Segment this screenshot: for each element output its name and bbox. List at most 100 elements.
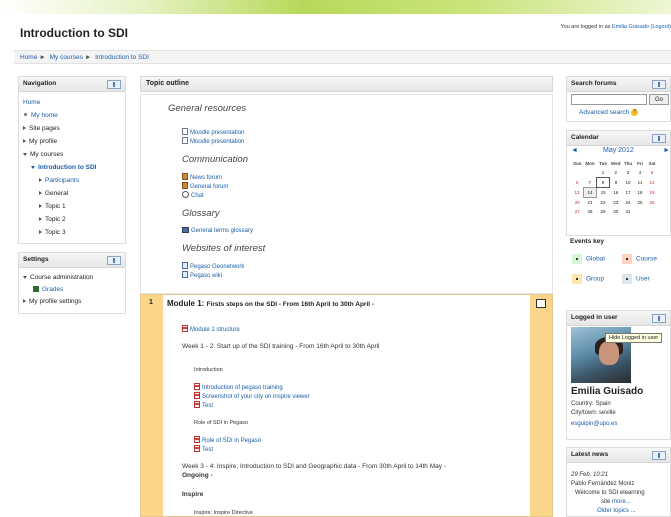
week-1-2-label: Week 1 - 2: Start up of the SDI training… (182, 343, 380, 350)
login-user-link[interactable]: Emilia Guisado (Logout) (612, 24, 671, 30)
nav-my-home[interactable]: My home (31, 112, 58, 119)
dock-icon[interactable] (652, 80, 666, 89)
nav-topic-2[interactable]: Topic 2 (23, 213, 125, 226)
calendar-grid: Sun Mon Tue Wed Thu Fri Sat 1 2 3 4 5 6 7 8 9 10 11 12 13 1… (571, 159, 659, 216)
nav-topic-3[interactable]: Topic 3 (23, 226, 125, 239)
events-key-global[interactable]: Global (572, 254, 605, 264)
calendar-day[interactable]: 24 (622, 198, 634, 208)
news-more: site more... (601, 499, 631, 505)
calendar-day[interactable]: 18 (634, 188, 646, 198)
resource-test-2[interactable]: Test (194, 445, 213, 455)
dock-icon[interactable] (652, 134, 666, 143)
resource-moodle-presentation-2[interactable]: Moodle presentation (182, 137, 244, 147)
presentation-icon (194, 436, 200, 443)
calendar-day[interactable]: 26 (646, 198, 658, 208)
nav-participants[interactable]: Participants (45, 177, 79, 184)
calendar-day[interactable]: 8 (596, 177, 610, 188)
resource-test-1[interactable]: Test (194, 401, 213, 411)
search-forums-input[interactable] (571, 94, 647, 105)
calendar-day[interactable]: 30 (610, 207, 623, 216)
expand-icon (39, 204, 42, 209)
calendar-day[interactable]: 2 (610, 168, 623, 178)
calendar-day[interactable]: 15 (597, 188, 610, 198)
calendar-day[interactable]: 11 (634, 178, 646, 188)
nav-my-courses[interactable]: My courses (23, 148, 125, 161)
settings-header: Settings (19, 253, 125, 268)
nav-general[interactable]: General (23, 187, 125, 200)
calendar-day[interactable]: 23 (610, 198, 623, 208)
resource-wiki[interactable]: Pegaso wiki (182, 271, 222, 281)
resource-glossary[interactable]: General terms glossary (182, 227, 253, 236)
latest-news-block: Latest news 29 Feb, 10:21 Pablo Fernánde… (566, 447, 671, 517)
calendar-day[interactable]: 28 (584, 207, 597, 216)
events-key-user[interactable]: User (622, 274, 650, 284)
navigation-title: Navigation (23, 80, 57, 87)
user-email-link[interactable]: esguipin@upo.es (571, 421, 617, 427)
calendar-day (571, 168, 584, 178)
calendar-day[interactable]: 27 (571, 207, 584, 216)
events-key-course[interactable]: Course (622, 254, 657, 264)
calendar-day[interactable]: 10 (622, 178, 634, 188)
search-go-button[interactable]: Go (649, 94, 669, 105)
calendar-next-icon[interactable]: ► (663, 147, 670, 154)
user-swatch-icon (622, 274, 632, 284)
course-swatch-icon (622, 254, 632, 264)
calendar-day[interactable]: 19 (646, 188, 658, 198)
calendar-month-link[interactable]: May 2012 (603, 147, 634, 154)
settings-profile[interactable]: My profile settings (23, 296, 125, 308)
settings-course-admin[interactable]: Course administration (23, 272, 125, 284)
calendar-day[interactable]: 14 (583, 187, 597, 198)
calendar-day[interactable]: 29 (597, 207, 610, 216)
calendar-day[interactable]: 20 (571, 198, 584, 208)
calendar-day[interactable]: 22 (597, 198, 610, 208)
calendar-day[interactable]: 5 (646, 168, 658, 178)
news-text: Welcome to SDI elearning (575, 490, 645, 496)
resource-chat[interactable]: Chat (182, 191, 204, 201)
calendar-day-header: Fri (637, 161, 643, 166)
calendar-day[interactable]: 4 (634, 168, 646, 178)
advanced-search-link[interactable]: Advanced search? (579, 109, 639, 116)
calendar-day[interactable]: 13 (571, 188, 584, 198)
events-key-group[interactable]: Group (572, 274, 604, 284)
breadcrumb-my-courses[interactable]: My courses (50, 54, 83, 61)
breadcrumb-course[interactable]: Introduction to SDI (95, 54, 149, 61)
calendar-day[interactable]: 7 (584, 178, 597, 188)
dock-icon[interactable] (652, 451, 666, 460)
calendar-header: Calendar (567, 131, 670, 146)
calendar-day[interactable]: 3 (622, 168, 634, 178)
calendar-day-header: Tue (599, 161, 607, 166)
breadcrumb-home[interactable]: Home (20, 54, 37, 61)
calendar-prev-icon[interactable]: ◄ (571, 147, 578, 154)
older-topics-link[interactable]: Older topics ... (597, 508, 636, 514)
nav-course[interactable]: Introduction to SDI (38, 164, 97, 171)
news-date: 29 Feb, 10:21 (571, 472, 609, 478)
nav-my-profile[interactable]: My profile (23, 135, 125, 148)
calendar-day[interactable]: 1 (597, 168, 610, 178)
dock-icon[interactable] (107, 80, 121, 89)
role-sdi-label: Role of SDI in Pegaso (194, 420, 249, 426)
help-icon[interactable]: ? (631, 109, 639, 116)
settings-grades[interactable]: Grades (42, 286, 63, 293)
calendar-day[interactable]: 16 (610, 188, 623, 198)
introduction-label: Introduction (194, 367, 223, 373)
expand-icon (39, 178, 42, 183)
hide-block-icon[interactable] (652, 314, 666, 323)
forum-icon (182, 182, 188, 189)
calendar-day[interactable]: 21 (584, 198, 597, 208)
calendar-day[interactable]: 31 (622, 207, 634, 216)
expand-icon (23, 139, 26, 144)
dock-icon[interactable] (107, 256, 121, 265)
news-more-link[interactable]: more... (612, 499, 631, 505)
nav-topic-1[interactable]: Topic 1 (23, 200, 125, 213)
calendar-day[interactable]: 25 (634, 198, 646, 208)
calendar-day[interactable]: 9 (610, 178, 623, 188)
nav-site-pages[interactable]: Site pages (23, 122, 125, 135)
calendar-day[interactable]: 17 (622, 188, 634, 198)
nav-home[interactable]: Home (23, 99, 40, 106)
calendar-day[interactable]: 12 (646, 178, 658, 188)
calendar-day[interactable]: 6 (571, 178, 584, 188)
search-forums-block: Search forums Go Advanced search? (566, 76, 671, 122)
highlight-toggle[interactable] (536, 299, 546, 308)
settings-block: Settings Course administration Grades My… (18, 252, 126, 314)
resource-module-1-structure[interactable]: Module 1 structure (182, 325, 240, 335)
